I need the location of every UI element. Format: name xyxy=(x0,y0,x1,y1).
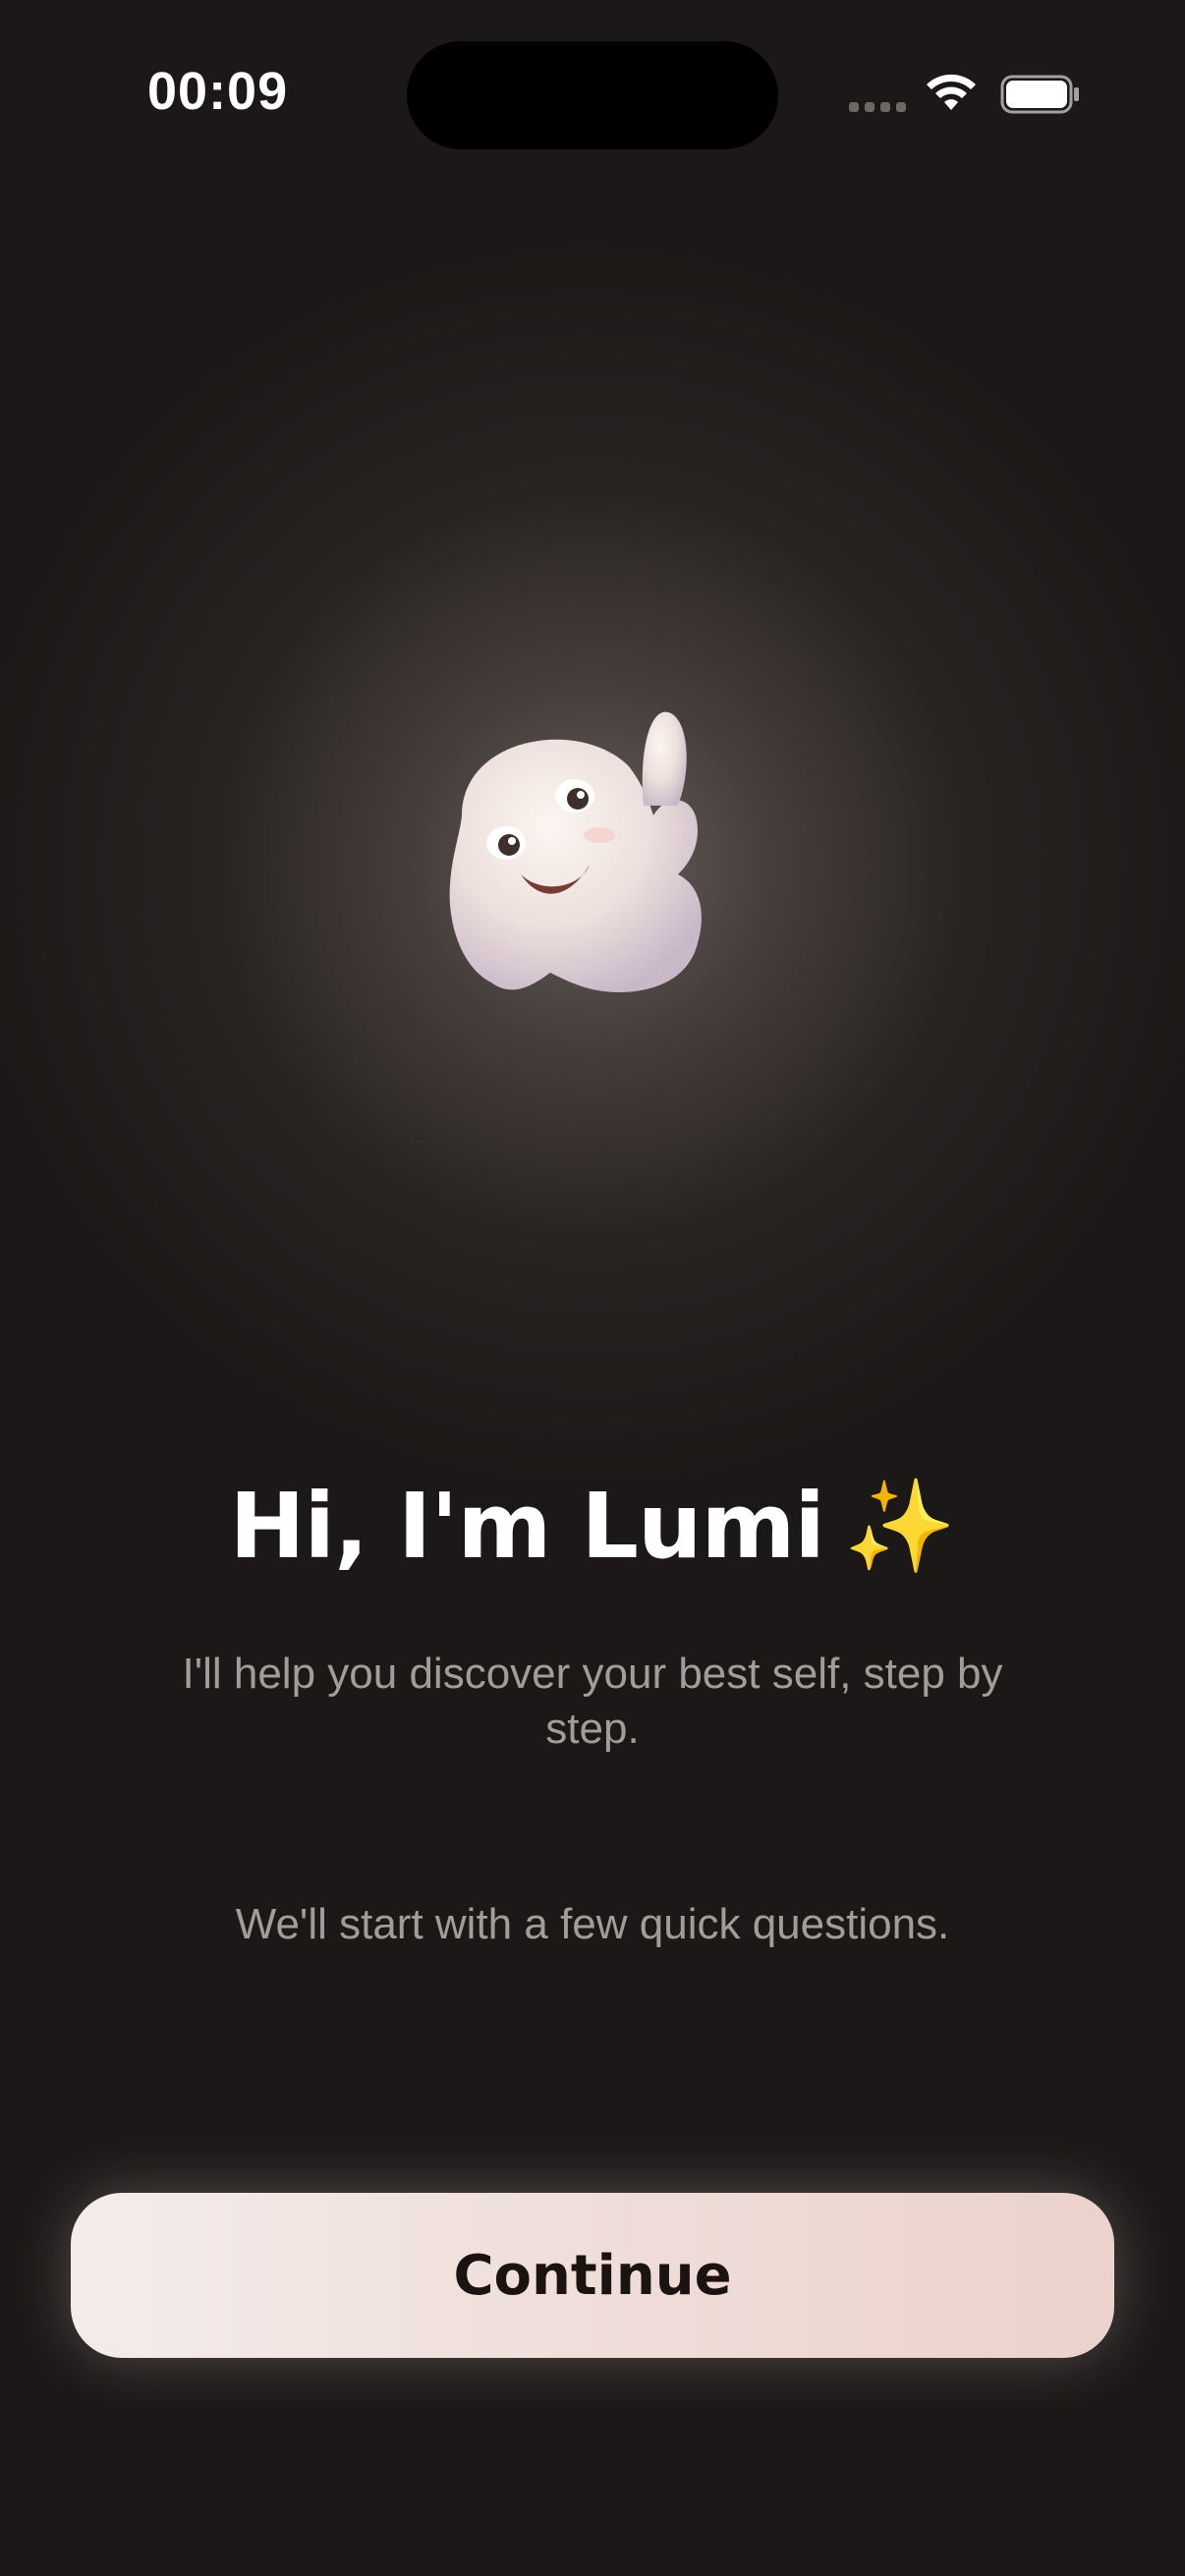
intro-note-text: We'll start with a few quick questions. xyxy=(235,1900,950,1948)
status-time: 00:09 xyxy=(147,62,289,121)
dynamic-island xyxy=(407,41,778,149)
wifi-icon xyxy=(927,74,976,110)
continue-button[interactable]: Continue xyxy=(71,2193,1114,2358)
battery-icon xyxy=(1000,75,1079,114)
sparkles-icon: ✨ xyxy=(843,1474,957,1579)
subtitle-text: I'll help you discover your best self, s… xyxy=(182,1650,1003,1753)
ghost-mascot-icon xyxy=(449,711,702,992)
cellular-signal-icon xyxy=(849,102,908,116)
page-title: Hi, I'm Lumi ✨ xyxy=(0,1474,1185,1580)
title-text: Hi, I'm Lumi xyxy=(229,1474,825,1579)
status-bar: 00:09 xyxy=(0,0,1185,187)
